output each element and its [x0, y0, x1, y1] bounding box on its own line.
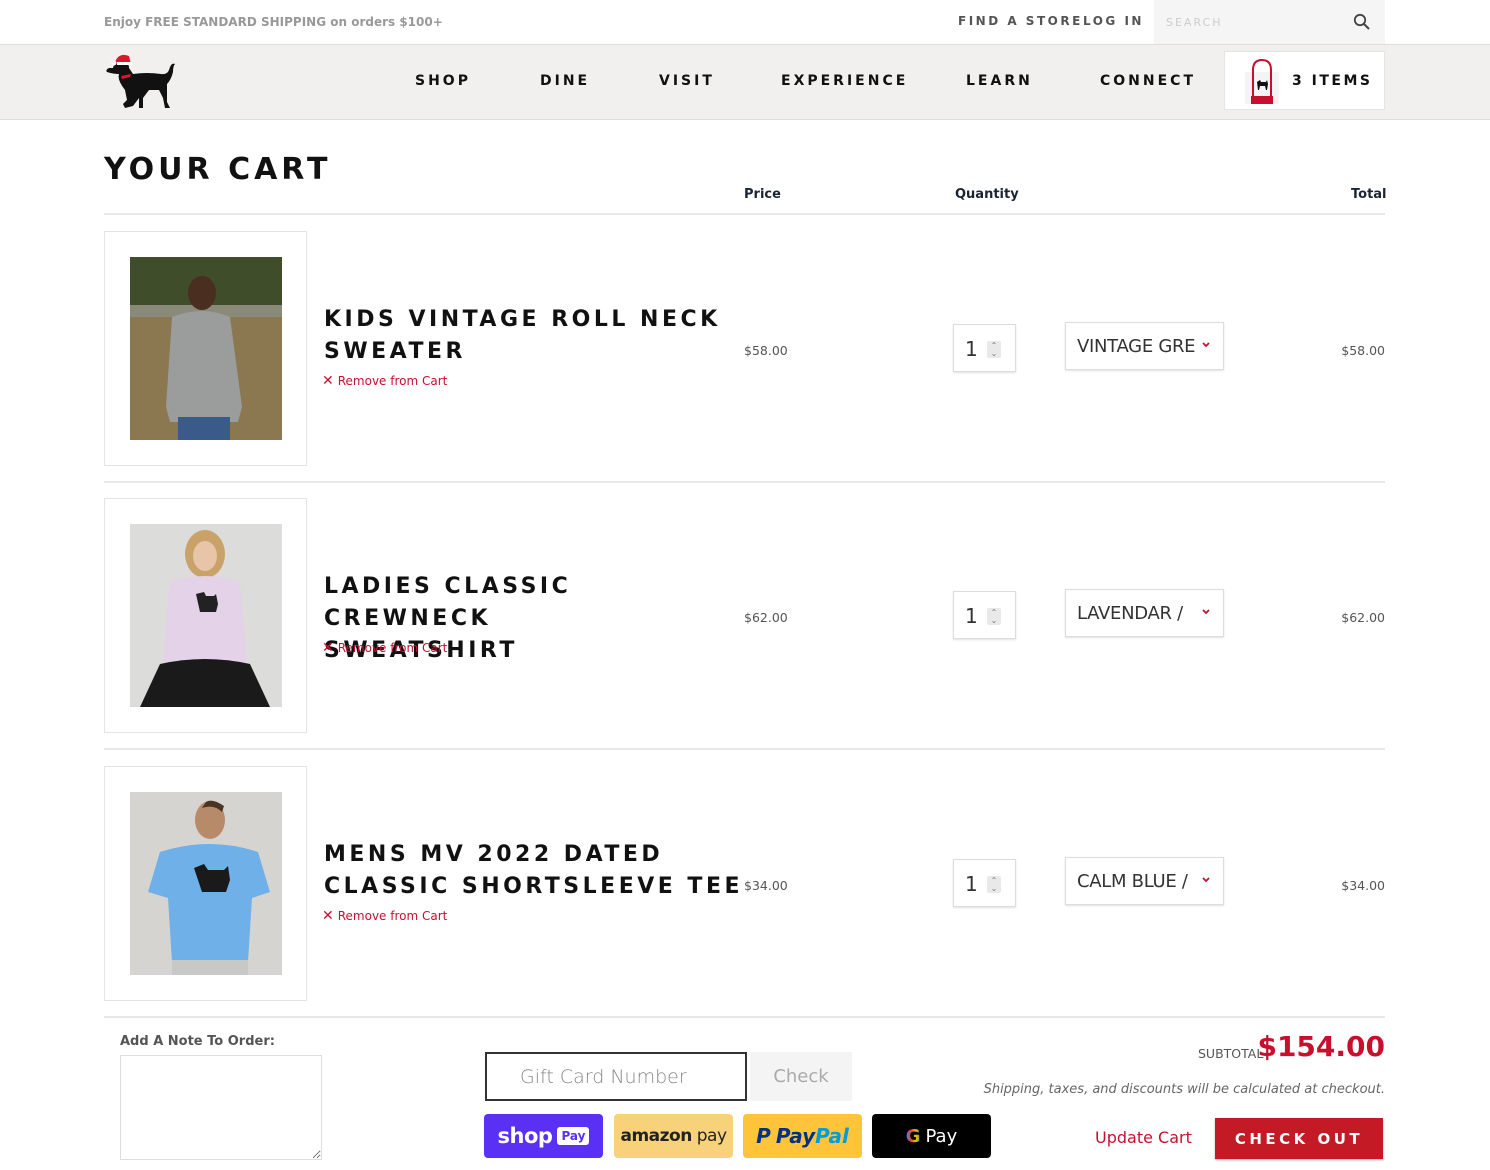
search-box	[1154, 0, 1385, 44]
chevron-down-icon	[1202, 877, 1210, 883]
quantity-stepper[interactable]: 1 ⌃ ⌄	[953, 591, 1016, 639]
nav-experience[interactable]: EXPERIENCE	[781, 73, 908, 89]
remove-from-cart-link[interactable]: ✕ Remove from Cart	[322, 373, 447, 389]
column-header-total: Total	[1351, 187, 1387, 202]
shop-pay-button[interactable]: shop Pay	[484, 1114, 603, 1158]
column-header-quantity: Quantity	[955, 187, 1019, 202]
item-total: $58.00	[1341, 343, 1385, 358]
search-icon[interactable]	[1353, 13, 1371, 31]
google-pay-button[interactable]: G Pay	[872, 1114, 991, 1158]
spinner-icon[interactable]: ⌃ ⌄	[987, 876, 1001, 893]
quantity-stepper[interactable]: 1 ⌃ ⌄	[953, 859, 1016, 907]
variant-value: VINTAGE GRE	[1077, 336, 1196, 357]
close-icon: ✕	[322, 908, 334, 924]
find-a-store-link[interactable]: FIND A STORE	[958, 14, 1083, 28]
subtotal-label: SUBTOTAL	[1198, 1046, 1264, 1061]
nav-connect[interactable]: CONNECT	[1100, 73, 1196, 89]
paypal-logo-icon: P	[756, 1124, 771, 1148]
shopping-bag-icon	[1245, 58, 1279, 104]
product-thumbnail[interactable]	[104, 231, 307, 466]
man-blue-tee-photo	[130, 792, 282, 975]
woman-lavender-sweatshirt-photo	[130, 524, 282, 707]
order-note-textarea[interactable]	[120, 1055, 322, 1160]
product-name[interactable]: MENS MV 2022 DATED CLASSIC SHORTSLEEVE T…	[324, 839, 744, 903]
order-note-label: Add A Note To Order:	[120, 1034, 275, 1049]
cart-item-row: MENS MV 2022 DATED CLASSIC SHORTSLEEVE T…	[104, 766, 1385, 1001]
spinner-icon[interactable]: ⌃ ⌄	[987, 341, 1001, 358]
check-gift-card-button[interactable]: Check	[750, 1052, 852, 1101]
cart-item-row: LADIES CLASSIC CREWNECK SWEATSHIRT ✕ Remo…	[104, 498, 1385, 733]
item-price: $34.00	[744, 878, 788, 893]
remove-from-cart-link[interactable]: ✕ Remove from Cart	[322, 640, 447, 656]
shipping-note: Shipping, taxes, and discounts will be c…	[983, 1082, 1385, 1097]
log-in-link[interactable]: LOG IN	[1083, 14, 1144, 28]
checkout-button[interactable]: CHECK OUT	[1215, 1118, 1383, 1159]
paypal-button[interactable]: P PayPal	[743, 1114, 862, 1158]
close-icon: ✕	[322, 373, 334, 389]
product-name[interactable]: KIDS VINTAGE ROLL NECK SWEATER	[324, 304, 744, 368]
item-price: $58.00	[744, 343, 788, 358]
page-title: YOUR CART	[104, 152, 332, 187]
quantity-value: 1	[965, 872, 978, 896]
item-total: $62.00	[1341, 610, 1385, 625]
update-cart-button[interactable]: Update Cart	[1095, 1128, 1192, 1147]
product-thumbnail[interactable]	[104, 498, 307, 733]
main-nav: SHOP DINE VISIT EXPERIENCE LEARN CONNECT…	[0, 45, 1490, 120]
row-divider	[104, 481, 1385, 483]
variant-select[interactable]: LAVENDAR /	[1065, 589, 1224, 637]
column-header-price: Price	[744, 187, 781, 202]
black-dog-logo[interactable]	[103, 50, 179, 114]
chevron-down-icon	[1202, 609, 1210, 615]
google-g-icon: G	[905, 1125, 921, 1147]
variant-value: CALM BLUE /	[1077, 871, 1188, 892]
nav-shop[interactable]: SHOP	[415, 73, 471, 89]
nav-dine[interactable]: DINE	[540, 73, 590, 89]
spinner-icon[interactable]: ⌃ ⌄	[987, 608, 1001, 625]
row-divider	[104, 1016, 1385, 1018]
remove-from-cart-link[interactable]: ✕ Remove from Cart	[322, 908, 447, 924]
nav-visit[interactable]: VISIT	[659, 73, 715, 89]
product-thumbnail[interactable]	[104, 766, 307, 1001]
amazon-pay-button[interactable]: amazon pay	[614, 1114, 733, 1158]
quantity-value: 1	[965, 337, 978, 361]
nav-learn[interactable]: LEARN	[966, 73, 1033, 89]
subtotal-value: $154.00	[1257, 1030, 1385, 1063]
row-divider	[104, 748, 1385, 750]
kid-gray-sweater-photo	[130, 257, 282, 440]
item-price: $62.00	[744, 610, 788, 625]
variant-value: LAVENDAR /	[1077, 603, 1183, 624]
close-icon: ✕	[322, 640, 334, 656]
gift-card-input[interactable]	[485, 1052, 747, 1101]
cart-item-row: KIDS VINTAGE ROLL NECK SWEATER ✕ Remove f…	[104, 231, 1385, 466]
search-input[interactable]	[1166, 12, 1336, 32]
utility-bar: Enjoy FREE STANDARD SHIPPING on orders $…	[0, 0, 1490, 45]
quantity-stepper[interactable]: 1 ⌃ ⌄	[953, 324, 1016, 372]
shipping-promo: Enjoy FREE STANDARD SHIPPING on orders $…	[104, 15, 443, 29]
cart-button[interactable]: 3 ITEMS	[1224, 51, 1385, 110]
quantity-value: 1	[965, 604, 978, 628]
variant-select[interactable]: VINTAGE GRE	[1065, 322, 1224, 370]
variant-select[interactable]: CALM BLUE /	[1065, 857, 1224, 905]
chevron-down-icon	[1202, 342, 1210, 348]
cart-item-count: 3 ITEMS	[1292, 73, 1373, 89]
item-total: $34.00	[1341, 878, 1385, 893]
header-divider	[104, 213, 1385, 215]
